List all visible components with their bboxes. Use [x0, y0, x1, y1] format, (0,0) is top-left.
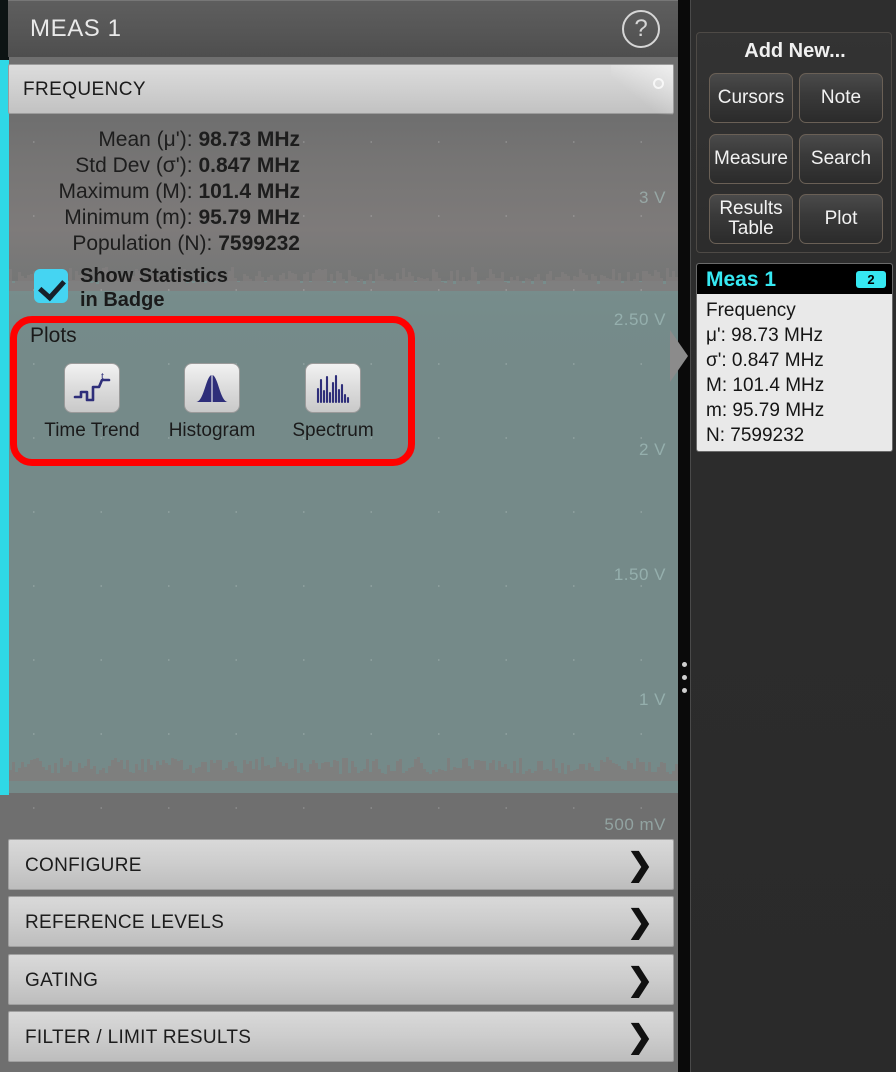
dropdown-corner-icon: [611, 65, 673, 115]
help-icon[interactable]: ?: [622, 10, 660, 48]
svg-text:t: t: [101, 371, 104, 382]
stat-label: Population (N):: [72, 232, 213, 255]
time-trend-icon: t: [64, 363, 120, 413]
stat-row: Population (N): 7599232: [0, 231, 300, 257]
stat-value: 7599232: [218, 232, 300, 255]
section-gating[interactable]: GATING ❯: [8, 954, 674, 1005]
badge-row: N: 7599232: [706, 425, 805, 446]
voltage-label-0: 3 V: [638, 188, 666, 207]
badge-header: Meas 1 2: [697, 264, 892, 294]
stat-label: Minimum (m):: [64, 206, 193, 229]
voltage-label-4: 1 V: [638, 690, 666, 709]
page-title: MEAS 1: [30, 15, 122, 42]
stat-row: Std Dev (σ'): 0.847 MHz: [0, 153, 300, 179]
spectrum-icon: [305, 363, 361, 413]
noise-trace-bottom: [0, 755, 678, 781]
section-label: FILTER / LIMIT RESULTS: [25, 1027, 252, 1048]
section-configure[interactable]: CONFIGURE ❯: [8, 839, 674, 890]
voltage-label-1: 2.50 V: [613, 310, 666, 329]
add-new-title: Add New...: [744, 40, 846, 62]
oscilloscope-screen: 3 V 2.50 V 2 V 1.50 V 1 V 500 mV MEAS 1 …: [0, 0, 896, 1072]
stat-label: Mean (μ'):: [98, 128, 193, 151]
add-note-button[interactable]: Note: [799, 73, 883, 123]
badge-body: Frequency μ': 98.73 MHz σ': 0.847 MHz M:…: [697, 294, 892, 451]
right-sidebar: Add New... Cursors Note Measure Search R…: [690, 0, 896, 1072]
stat-value: 0.847 MHz: [198, 154, 300, 177]
stat-label: Std Dev (σ'):: [75, 154, 193, 177]
voltage-label-3: 1.50 V: [613, 565, 666, 584]
section-label: CONFIGURE: [25, 855, 142, 876]
badge-row: M: 101.4 MHz: [706, 375, 825, 396]
checkbox-label: Show Statistics in Badge: [80, 264, 228, 312]
statistics-readout: Mean (μ'): 98.73 MHz Std Dev (σ'): 0.847…: [0, 127, 300, 257]
time-trend-plot-button[interactable]: t Time Trend: [22, 363, 162, 442]
chevron-right-icon: ❯: [627, 847, 653, 882]
badge-title: Meas 1: [706, 268, 777, 291]
add-measure-button[interactable]: Measure: [709, 134, 793, 184]
spectrum-label: Spectrum: [292, 420, 374, 441]
plots-group: Plots t Time Trend Histogram Spectrum: [10, 316, 415, 466]
plots-heading: Plots: [30, 324, 77, 347]
badge-channel-indicator: 2: [856, 271, 886, 288]
measurement-type-label: FREQUENCY: [23, 79, 146, 100]
section-filter-limit-results[interactable]: FILTER / LIMIT RESULTS ❯: [8, 1011, 674, 1062]
add-search-button[interactable]: Search: [799, 134, 883, 184]
badge-row: σ': 0.847 MHz: [706, 350, 824, 371]
histogram-label: Histogram: [168, 420, 256, 441]
add-results-table-button[interactable]: Results Table: [709, 194, 793, 244]
panel-collapse-arrow-icon[interactable]: [670, 330, 688, 382]
stat-value: 98.73 MHz: [198, 128, 300, 151]
section-label: REFERENCE LEVELS: [25, 912, 225, 933]
section-label: GATING: [25, 970, 99, 991]
stat-row: Mean (μ'): 98.73 MHz: [0, 127, 300, 153]
stat-label: Maximum (M):: [58, 180, 193, 203]
measurement-badge[interactable]: Meas 1 2 Frequency μ': 98.73 MHz σ': 0.8…: [696, 263, 893, 452]
checkbox-label-line2: in Badge: [80, 289, 165, 311]
voltage-label-5: 500 mV: [604, 815, 666, 834]
checkbox-label-line1: Show Statistics: [80, 265, 228, 287]
stat-row: Minimum (m): 95.79 MHz: [0, 205, 300, 231]
measurement-config-panel: 3 V 2.50 V 2 V 1.50 V 1 V 500 mV MEAS 1 …: [0, 0, 678, 1072]
stat-row: Maximum (M): 101.4 MHz: [0, 179, 300, 205]
measurement-type-dropdown[interactable]: FREQUENCY: [8, 64, 674, 115]
add-cursors-button[interactable]: Cursors: [709, 73, 793, 123]
panel-title-bar: MEAS 1 ?: [8, 0, 678, 57]
stat-value: 101.4 MHz: [198, 180, 300, 203]
badge-row: μ': 98.73 MHz: [706, 325, 824, 346]
checkbox-checked-icon[interactable]: [34, 269, 68, 303]
badge-row: m: 95.79 MHz: [706, 400, 825, 421]
chevron-right-icon: ❯: [627, 904, 653, 939]
histogram-plot-button[interactable]: Histogram: [142, 363, 282, 442]
add-new-panel: Add New... Cursors Note Measure Search R…: [696, 32, 892, 253]
section-reference-levels[interactable]: REFERENCE LEVELS ❯: [8, 896, 674, 947]
add-plot-button[interactable]: Plot: [799, 194, 883, 244]
spectrum-plot-button[interactable]: Spectrum: [263, 363, 403, 442]
voltage-label-2: 2 V: [638, 440, 666, 459]
show-statistics-in-badge-checkbox[interactable]: Show Statistics in Badge: [34, 264, 294, 316]
badge-row: Frequency: [706, 300, 796, 321]
chevron-right-icon: ❯: [627, 1019, 653, 1054]
stat-value: 95.79 MHz: [198, 206, 300, 229]
histogram-icon: [184, 363, 240, 413]
chevron-right-icon: ❯: [627, 962, 653, 997]
time-trend-label: Time Trend: [44, 420, 140, 441]
